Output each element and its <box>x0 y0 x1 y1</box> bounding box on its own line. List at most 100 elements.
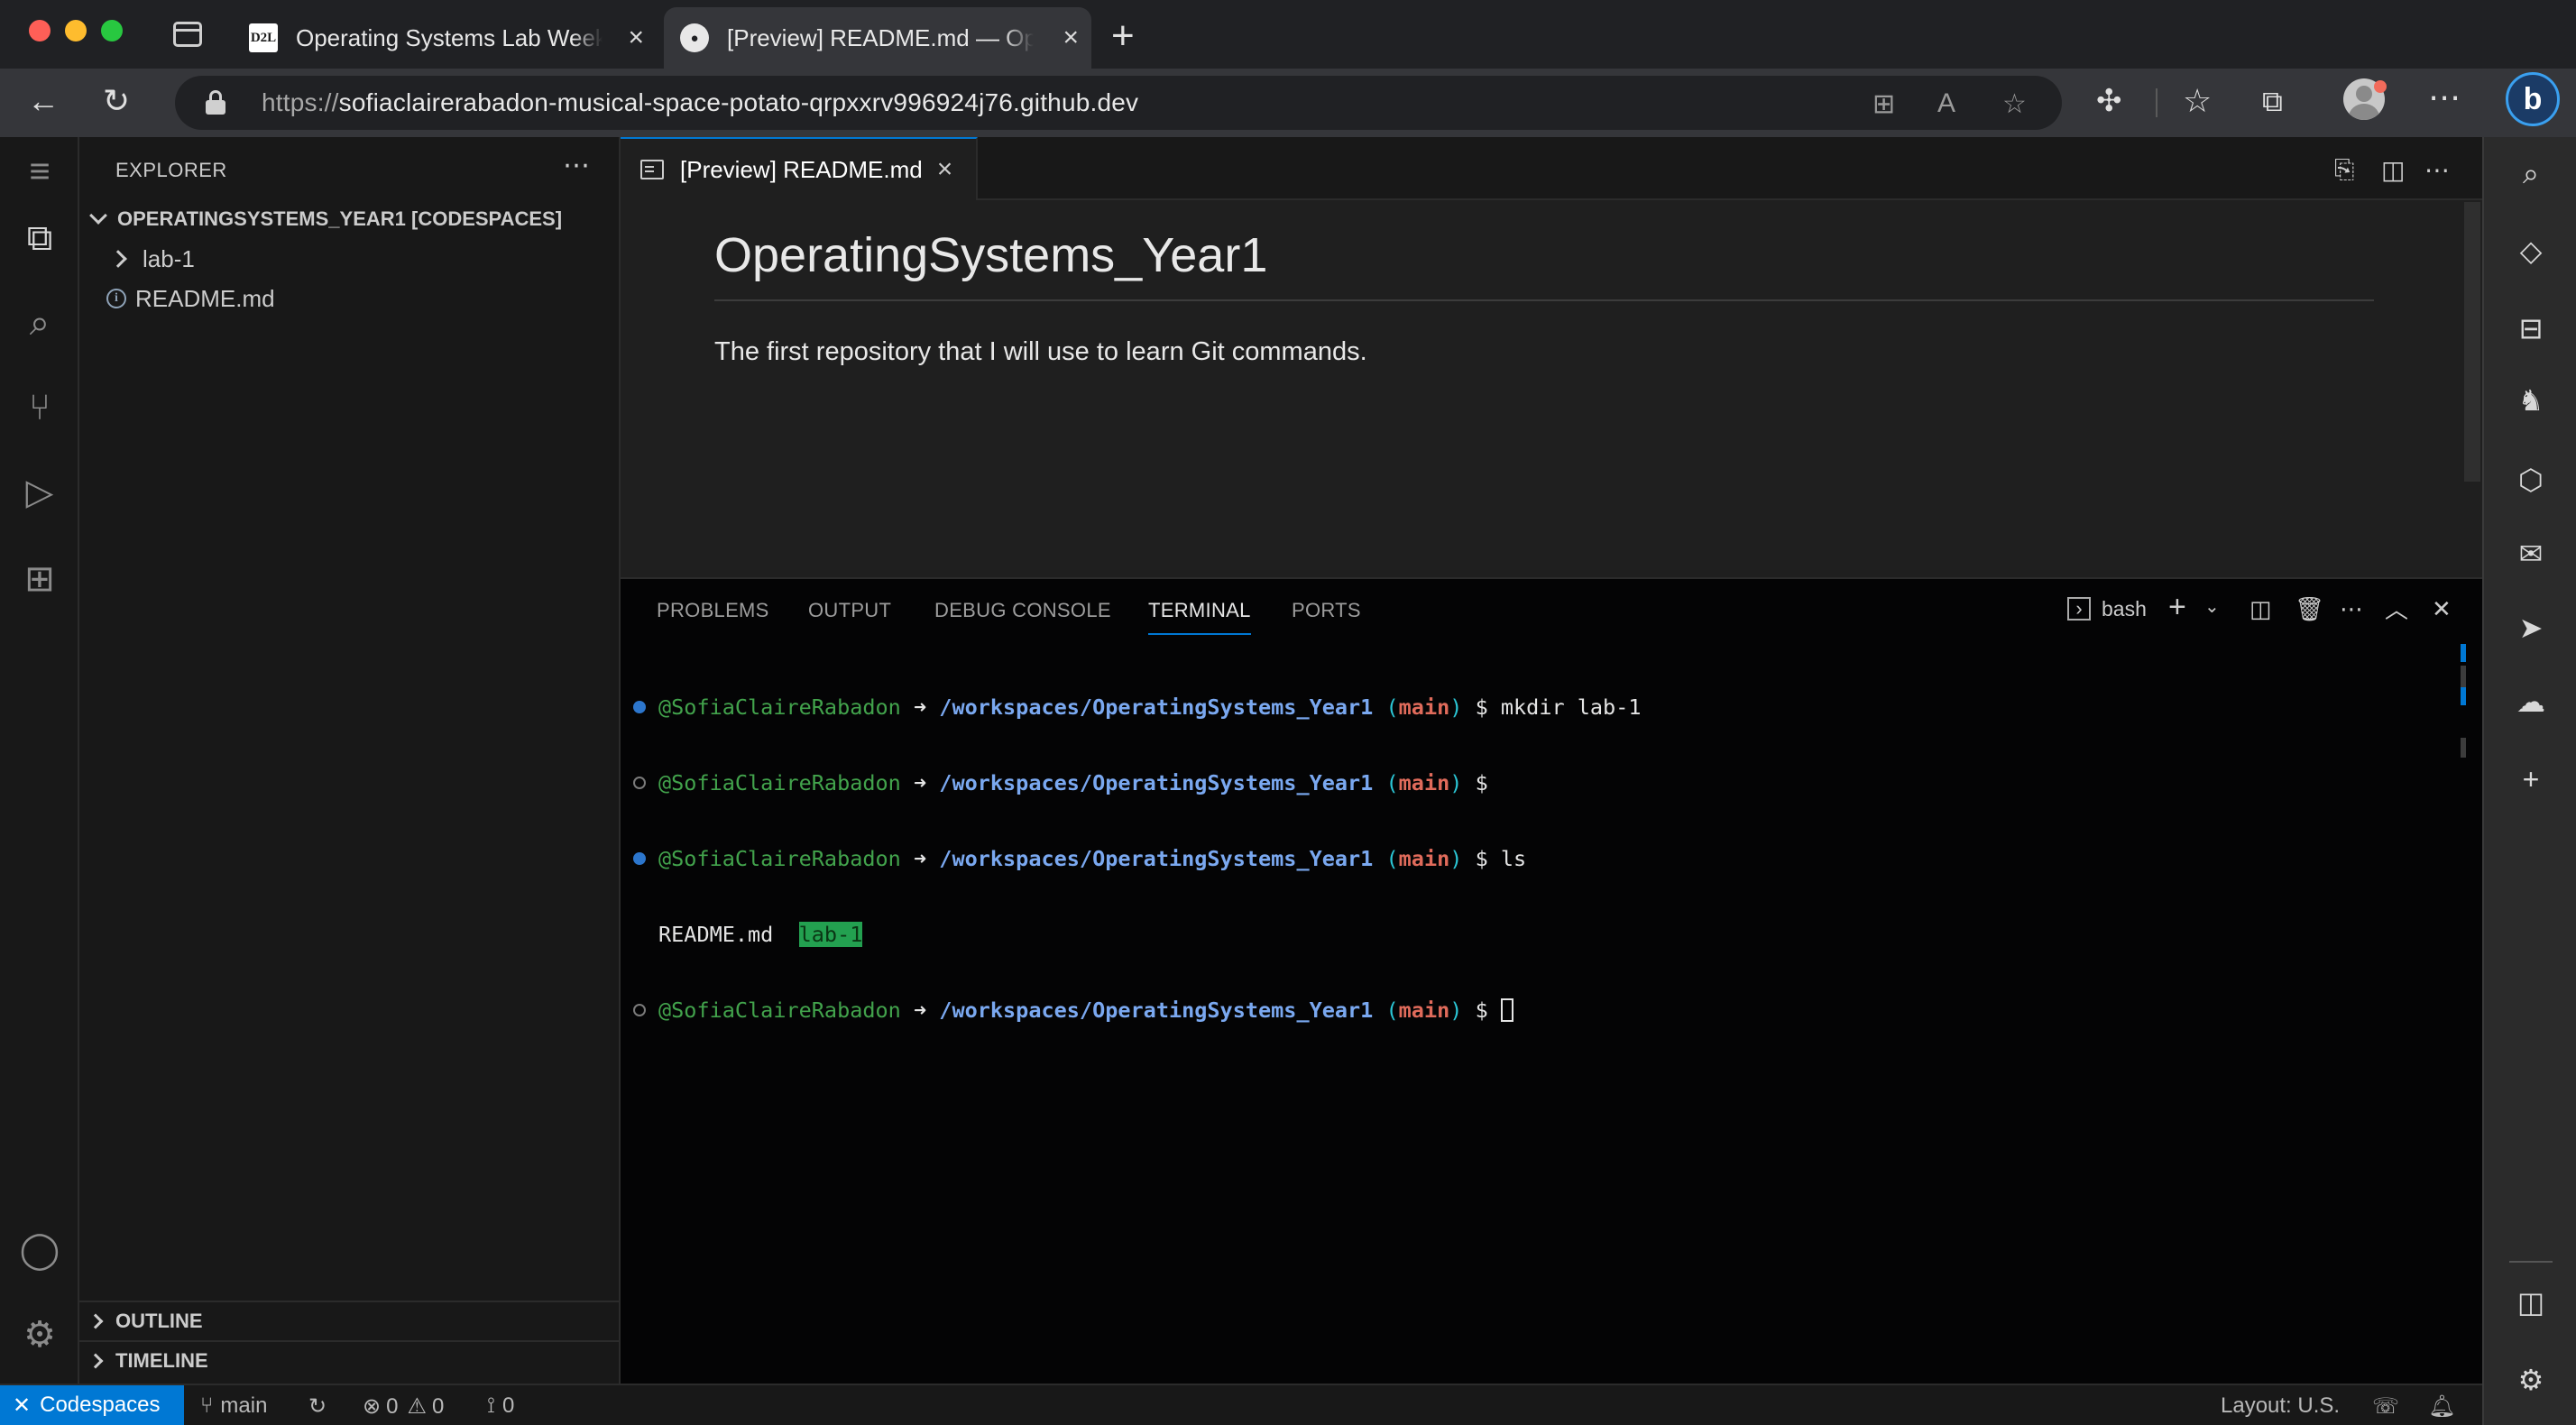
more-actions-icon[interactable]: ⋯ <box>563 150 590 181</box>
branch-indicator[interactable]: ⑂ main <box>200 1393 267 1419</box>
d2l-favicon-icon: D2L <box>249 23 278 52</box>
terminal-command: mkdir lab-1 <box>1500 694 1642 720</box>
keyboard-layout[interactable]: Layout: U.S. <box>2221 1393 2340 1419</box>
favorites-icon[interactable]: ☆ <box>2183 85 2212 117</box>
git-branch-icon: ⑂ <box>200 1393 214 1418</box>
command-decoration[interactable] <box>633 1004 646 1016</box>
back-icon[interactable]: ← <box>27 85 60 117</box>
remote-indicator[interactable]: ✕ Codespaces <box>0 1385 184 1425</box>
microsoft-365-icon[interactable]: ⬡ <box>2515 464 2547 496</box>
cloud-icon[interactable]: ☁ <box>2515 685 2547 718</box>
browser-tab-github[interactable]: ● [Preview] README.md — OperatingSystems… <box>664 7 1091 69</box>
window-close-button[interactable] <box>29 20 51 41</box>
outlook-icon[interactable]: ✉ <box>2515 538 2547 570</box>
tab-output[interactable]: OUTPUT <box>808 599 891 622</box>
ls-file: README.md <box>658 922 774 947</box>
command-success-decoration[interactable] <box>633 852 646 865</box>
problems-indicator[interactable]: ⊗ 0 ⚠ 0 <box>363 1393 444 1420</box>
preview-heading: OperatingSystems_Year1 <box>714 227 2374 301</box>
extensions-icon[interactable]: ⊞ <box>18 557 61 601</box>
browser-tab-d2l[interactable]: D2L Operating Systems Lab Week 0 × <box>233 7 657 69</box>
run-debug-icon[interactable]: ▷ <box>18 471 61 514</box>
command-decoration[interactable] <box>633 777 646 789</box>
close-icon[interactable]: × <box>937 154 953 185</box>
window-maximize-button[interactable] <box>101 20 123 41</box>
status-bar: ✕ Codespaces ⑂ main ↻ ⊗ 0 ⚠ 0 ⟟ 0 Layout… <box>0 1384 2482 1425</box>
terminal-cursor <box>1500 998 1513 1022</box>
ports-indicator[interactable]: ⟟ 0 <box>487 1393 514 1419</box>
search-icon[interactable]: ⌕ <box>2515 157 2547 189</box>
open-source-icon[interactable]: ⎘ <box>2334 155 2354 185</box>
close-tab-icon[interactable]: × <box>1063 24 1079 51</box>
explorer-icon[interactable]: ⧉ <box>18 216 61 260</box>
app-available-icon[interactable]: ⊞ <box>1872 88 1895 120</box>
more-menu-icon[interactable]: ⋯ <box>2428 81 2461 114</box>
terminal-line: @SofiaClaireRabadon ➜ /workspaces/Operat… <box>633 770 1642 795</box>
editor-tab-readme-preview[interactable]: [Preview] README.md × <box>621 137 978 200</box>
close-tab-icon[interactable]: × <box>628 24 644 51</box>
error-count: 0 <box>386 1393 399 1419</box>
timeline-section[interactable]: TIMELINE <box>79 1340 619 1380</box>
scrollbar-marker <box>2461 644 2466 662</box>
tab-problems[interactable]: PROBLEMS <box>657 599 769 622</box>
tab-debug-console[interactable]: DEBUG CONSOLE <box>934 599 1111 622</box>
address-bar[interactable]: https://sofiaclairerabadon-musical-space… <box>175 76 2062 130</box>
games-icon[interactable]: ♞ <box>2515 384 2547 417</box>
add-icon[interactable]: + <box>2515 763 2547 795</box>
split-editor-icon[interactable]: ◫ <box>2381 155 2405 185</box>
chevron-down-icon[interactable]: ⌄ <box>2204 595 2220 618</box>
new-terminal-icon[interactable]: + <box>2168 590 2186 625</box>
explorer-sidebar: EXPLORER ⋯ OPERATINGSYSTEMS_YEAR1 [CODES… <box>79 137 621 1384</box>
sync-icon[interactable]: ↻ <box>308 1393 327 1420</box>
notification-dot <box>2374 80 2387 93</box>
sidebar-settings-icon[interactable]: ⚙ <box>2515 1364 2547 1396</box>
refresh-icon[interactable]: ↻ <box>103 85 130 117</box>
editor-more-icon[interactable]: ⋯ <box>2424 155 2450 185</box>
bing-copilot-icon[interactable]: b <box>2506 72 2560 126</box>
tree-item-label: lab-1 <box>143 244 195 272</box>
tag-icon[interactable]: ◇ <box>2515 234 2547 267</box>
terminal-line: @SofiaClaireRabadon ➜ /workspaces/Operat… <box>633 998 1642 1023</box>
tab-terminal[interactable]: TERMINAL <box>1148 599 1251 635</box>
collections-icon[interactable]: ⧉ <box>2262 85 2283 117</box>
manage-gear-icon[interactable]: ⚙ <box>18 1313 61 1356</box>
tree-item-readme[interactable]: i README.md <box>79 279 619 318</box>
notifications-bell-icon[interactable]: 🔔︎ <box>2428 1393 2455 1420</box>
terminal-shell-label[interactable]: bash <box>2102 597 2147 621</box>
tools-icon[interactable]: ⊟ <box>2515 312 2547 345</box>
url-text[interactable]: https://sofiaclairerabadon-musical-space… <box>262 88 1138 117</box>
maximize-panel-icon[interactable]: ︿ <box>2385 592 2408 625</box>
search-icon[interactable]: ⌕ <box>18 301 61 345</box>
window-minimize-button[interactable] <box>65 20 87 41</box>
terminal-output[interactable]: @SofiaClaireRabadon ➜ /workspaces/Operat… <box>633 644 1642 1073</box>
read-aloud-icon[interactable]: A <box>1937 88 1955 119</box>
github-icon: ● <box>680 23 709 52</box>
lock-icon[interactable] <box>206 90 225 115</box>
warning-icon: ⚠ <box>407 1394 427 1419</box>
editor-tab-label: [Preview] README.md <box>680 155 923 183</box>
split-screen-icon[interactable]: ◫ <box>2515 1286 2547 1319</box>
feedback-icon[interactable]: ☏ <box>2372 1393 2399 1420</box>
panel-more-icon[interactable]: ⋯ <box>2340 595 2363 623</box>
terminal-command: ls <box>1500 846 1527 871</box>
add-favorite-icon[interactable]: ☆ <box>2002 88 2027 120</box>
extensions-icon[interactable]: ✣ <box>2096 85 2122 117</box>
toolbar-divider <box>2156 88 2157 117</box>
chevron-right-icon <box>87 1313 104 1329</box>
tab-ports[interactable]: PORTS <box>1292 599 1361 622</box>
tree-item-lab-1[interactable]: lab-1 <box>79 239 619 279</box>
split-terminal-icon[interactable]: ◫ <box>2249 595 2272 623</box>
command-success-decoration[interactable] <box>633 701 646 713</box>
workspace-root[interactable]: OPERATINGSYSTEMS_YEAR1 [CODESPACES] <box>79 199 619 239</box>
trash-icon[interactable]: 🗑 <box>2295 595 2324 623</box>
accounts-icon[interactable]: ◯ <box>18 1228 61 1272</box>
send-icon[interactable]: ➤ <box>2515 611 2547 644</box>
editor-scrollbar[interactable] <box>2464 202 2480 482</box>
outline-section[interactable]: OUTLINE <box>79 1301 619 1340</box>
scrollbar-marker <box>2461 738 2466 758</box>
tab-actions-icon[interactable] <box>173 22 202 47</box>
source-control-icon[interactable]: ⑂ <box>18 386 61 429</box>
menu-icon[interactable]: ≡ <box>18 150 61 193</box>
close-panel-icon[interactable]: ✕ <box>2432 595 2452 623</box>
new-tab-button[interactable]: + <box>1111 16 1135 56</box>
